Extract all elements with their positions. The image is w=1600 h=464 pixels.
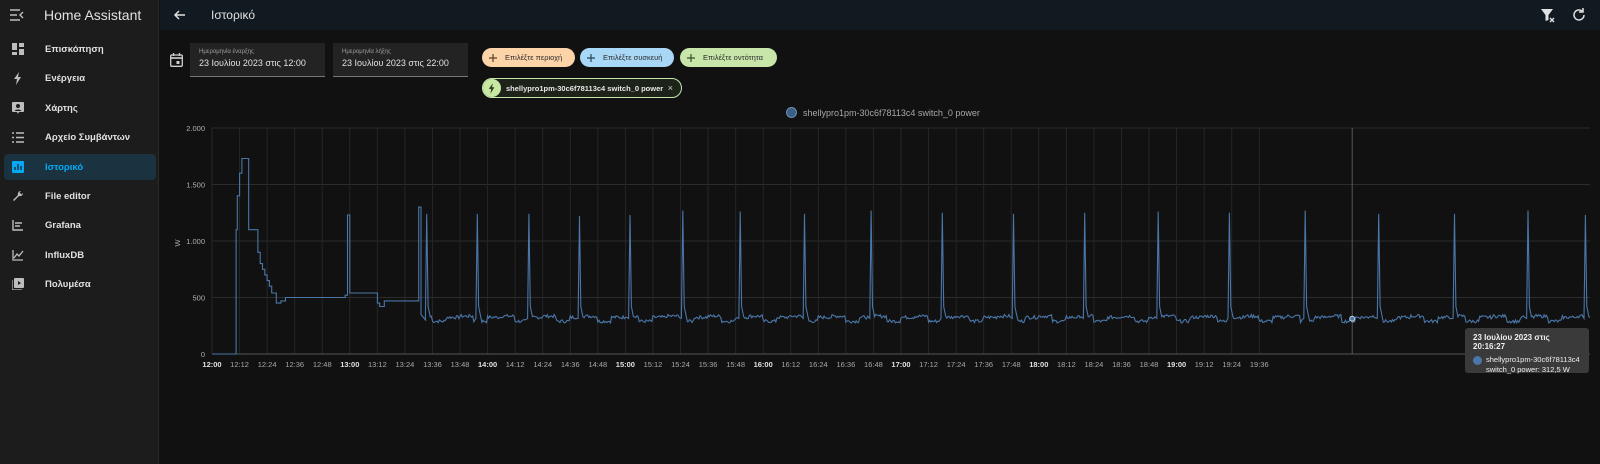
x-tick-label: 13:48 — [451, 360, 470, 369]
x-tick-label: 19:36 — [1250, 360, 1269, 369]
x-tick-label: 16:00 — [754, 360, 773, 369]
x-tick-label: 19:12 — [1195, 360, 1214, 369]
y-tick-label: 1.000 — [186, 237, 205, 246]
hover-point — [1349, 315, 1356, 322]
x-tick-label: 19:24 — [1222, 360, 1241, 369]
y-tick-label: 0 — [201, 350, 205, 359]
x-tick-label: 14:24 — [533, 360, 552, 369]
x-tick-label: 14:36 — [561, 360, 580, 369]
x-tick-label: 18:48 — [1140, 360, 1159, 369]
x-tick-label: 14:48 — [588, 360, 607, 369]
x-tick-label: 18:12 — [1057, 360, 1076, 369]
tooltip-line-1: shellypro1pm-30c6f78113c4 — [1486, 355, 1580, 364]
x-tick-label: 15:48 — [726, 360, 745, 369]
x-tick-label: 13:12 — [368, 360, 387, 369]
x-tick-label: 18:00 — [1029, 360, 1048, 369]
x-tick-label: 12:00 — [202, 360, 221, 369]
x-tick-label: 12:24 — [258, 360, 277, 369]
y-axis-label: W — [173, 239, 182, 247]
tooltip-series-dot — [1473, 356, 1482, 365]
x-tick-label: 17:24 — [947, 360, 966, 369]
chart-tooltip: 23 Ιουλίου 2023 στις 20:16:27 shellypro1… — [1465, 328, 1589, 374]
y-tick-label: 2.000 — [186, 124, 205, 133]
tooltip-title: 23 Ιουλίου 2023 στις 20:16:27 — [1473, 333, 1550, 351]
tooltip-line-2: switch_0 power: 312,5 W — [1486, 365, 1570, 374]
x-tick-label: 16:12 — [781, 360, 800, 369]
x-tick-label: 16:48 — [864, 360, 883, 369]
x-tick-label: 19:00 — [1167, 360, 1186, 369]
x-tick-label: 18:36 — [1112, 360, 1131, 369]
x-tick-label: 13:36 — [423, 360, 442, 369]
x-tick-label: 13:24 — [396, 360, 415, 369]
x-tick-label: 14:00 — [478, 360, 497, 369]
x-tick-label: 16:24 — [809, 360, 828, 369]
x-tick-label: 15:12 — [644, 360, 663, 369]
x-tick-label: 17:48 — [1002, 360, 1021, 369]
x-tick-label: 12:36 — [285, 360, 304, 369]
x-tick-label: 15:00 — [616, 360, 635, 369]
x-tick-label: 12:48 — [313, 360, 332, 369]
y-tick-label: 500 — [192, 294, 205, 303]
x-tick-label: 14:12 — [506, 360, 525, 369]
x-tick-label: 15:24 — [671, 360, 690, 369]
x-tick-label: 16:36 — [836, 360, 855, 369]
x-tick-label: 17:36 — [974, 360, 993, 369]
y-tick-label: 1.500 — [186, 181, 205, 190]
x-tick-label: 12:12 — [230, 360, 249, 369]
history-line-chart[interactable]: 0 500 1.000 1.500 2.000 W 12:00 12:12 12:24 12:36… — [0, 0, 1600, 464]
x-tick-label: 15:36 — [699, 360, 718, 369]
x-tick-label: 17:00 — [891, 360, 910, 369]
x-tick-label: 18:24 — [1085, 360, 1104, 369]
x-tick-label: 17:12 — [919, 360, 938, 369]
x-tick-label: 13:00 — [340, 360, 359, 369]
